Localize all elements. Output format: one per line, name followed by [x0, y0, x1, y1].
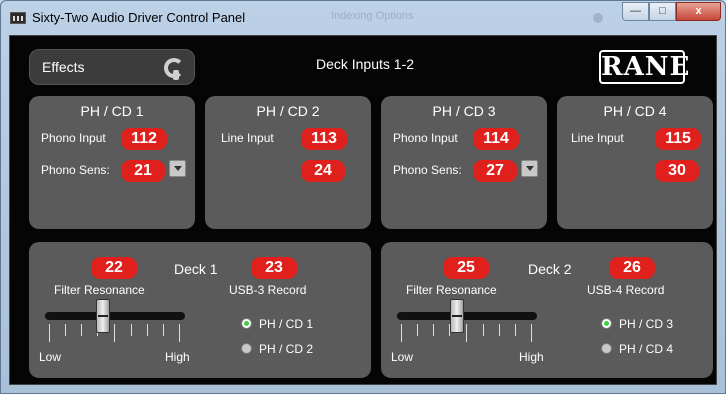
usb-record-badge: 26 — [609, 257, 655, 279]
effects-knob-icon — [164, 58, 184, 80]
control-panel: Effects Deck Inputs 1-2 RANE PH / CD 1 P… — [9, 35, 717, 385]
card-title: PH / CD 2 — [256, 103, 320, 119]
background-window-tab: Indexing Options — [331, 10, 414, 22]
usb-record-label: USB-3 Record — [229, 283, 307, 297]
slider-tick — [179, 324, 180, 342]
window-controls: — □ x — [622, 2, 721, 22]
filter-resonance-slider-track[interactable] — [397, 312, 537, 320]
usb-record-badge: 23 — [251, 257, 297, 279]
maximize-button[interactable]: □ — [649, 2, 676, 21]
line-input-label: Line Input — [571, 131, 624, 145]
input-card-ph-cd-2: PH / CD 2 Line Input 113 24 — [205, 96, 371, 229]
input-card-ph-cd-3: PH / CD 3 Phono Input 114 Phono Sens: 27 — [381, 96, 547, 229]
slider-high-label: High — [519, 350, 544, 364]
slider-low-label: Low — [39, 350, 62, 364]
phono-sens-label: Phono Sens: — [41, 163, 110, 177]
radio-label-ph-cd-3: PH / CD 3 — [619, 317, 674, 331]
radio-label-ph-cd-4: PH / CD 4 — [619, 342, 674, 356]
filter-resonance-slider-track[interactable] — [45, 312, 185, 320]
phono-input-label: Phono Input — [393, 131, 458, 145]
filter-resonance-slider-thumb[interactable] — [96, 299, 110, 333]
phono-sens-badge: 21 — [121, 160, 165, 182]
line-input-badge: 115 — [655, 128, 701, 150]
phono-input-badge: 114 — [473, 128, 519, 150]
input-card-ph-cd-1: PH / CD 1 Phono Input 112 Phono Sens: 21 — [29, 96, 195, 229]
rane-logo: RANE — [599, 50, 691, 84]
slider-tick — [49, 324, 50, 342]
line-level-badge: 30 — [655, 160, 699, 182]
effects-button[interactable]: Effects — [29, 49, 195, 85]
slider-tick — [401, 324, 402, 342]
slider-tick — [65, 324, 66, 336]
card-title: PH / CD 3 — [432, 103, 496, 119]
app-icon — [10, 12, 26, 24]
phono-sens-dropdown[interactable] — [169, 160, 186, 177]
line-level-badge: 24 — [301, 160, 345, 182]
slider-tick — [114, 324, 115, 342]
effects-label: Effects — [42, 59, 85, 75]
page-title: Deck Inputs 1-2 — [315, 56, 415, 72]
slider-tick — [131, 324, 132, 336]
deck-1-panel: 22 Deck 1 23 Filter Resonance USB-3 Reco… — [29, 242, 371, 378]
slider-tick — [483, 324, 484, 336]
deck-2-panel: 25 Deck 2 26 Filter Resonance USB-4 Reco… — [381, 242, 713, 378]
slider-tick — [531, 324, 532, 342]
filter-resonance-badge: 25 — [443, 257, 489, 279]
phono-sens-badge: 27 — [473, 160, 517, 182]
phono-input-label: Phono Input — [41, 131, 106, 145]
window-title: Sixty-Two Audio Driver Control Panel — [32, 10, 246, 25]
slider-high-label: High — [165, 350, 190, 364]
title-bar[interactable]: Sixty-Two Audio Driver Control Panel Ind… — [1, 1, 725, 35]
slider-tick — [163, 324, 164, 336]
filter-resonance-slider-thumb[interactable] — [450, 299, 464, 333]
slider-low-label: Low — [391, 350, 414, 364]
card-title: PH / CD 4 — [603, 103, 667, 119]
background-help-icon — [593, 13, 603, 23]
filter-resonance-label: Filter Resonance — [54, 283, 145, 297]
slider-tick — [147, 324, 148, 336]
radio-ph-cd-3[interactable] — [601, 318, 612, 329]
filter-resonance-badge: 22 — [91, 257, 137, 279]
slider-tick — [515, 324, 516, 336]
minimize-button[interactable]: — — [622, 2, 649, 21]
slider-tick — [81, 324, 82, 336]
input-card-ph-cd-4: PH / CD 4 Line Input 115 30 — [557, 96, 713, 229]
filter-resonance-label: Filter Resonance — [406, 283, 497, 297]
radio-ph-cd-2[interactable] — [241, 343, 252, 354]
radio-label-ph-cd-2: PH / CD 2 — [259, 342, 314, 356]
close-button[interactable]: x — [676, 2, 721, 21]
card-title: PH / CD 1 — [80, 103, 144, 119]
app-window: Sixty-Two Audio Driver Control Panel Ind… — [0, 0, 726, 394]
radio-ph-cd-1[interactable] — [241, 318, 252, 329]
usb-record-label: USB-4 Record — [587, 283, 665, 297]
phono-sens-dropdown[interactable] — [521, 160, 538, 177]
phono-input-badge: 112 — [121, 128, 167, 150]
line-input-label: Line Input — [221, 131, 274, 145]
radio-ph-cd-4[interactable] — [601, 343, 612, 354]
slider-tick — [433, 324, 434, 336]
line-input-badge: 113 — [301, 128, 347, 150]
slider-tick — [417, 324, 418, 336]
deck-title: Deck 2 — [528, 261, 572, 277]
slider-tick — [499, 324, 500, 336]
deck-title: Deck 1 — [174, 261, 218, 277]
phono-sens-label: Phono Sens: — [393, 163, 462, 177]
slider-tick — [466, 324, 467, 342]
radio-label-ph-cd-1: PH / CD 1 — [259, 317, 314, 331]
